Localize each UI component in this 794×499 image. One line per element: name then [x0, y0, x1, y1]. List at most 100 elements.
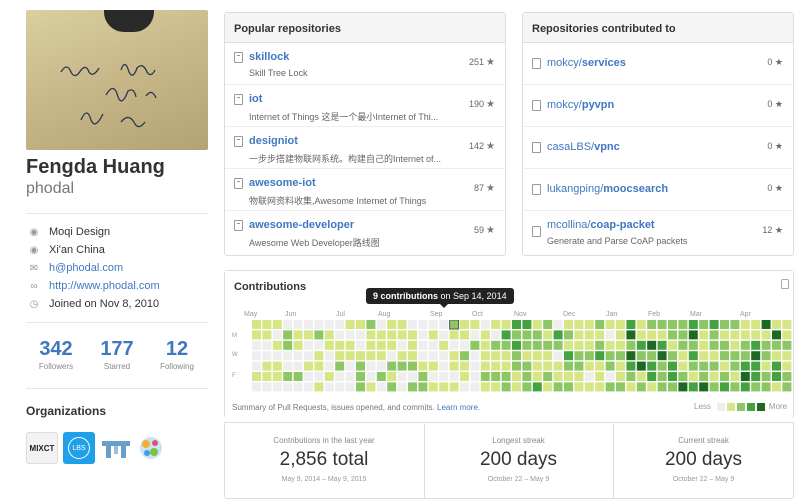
- repo-name-link[interactable]: designiot: [249, 135, 298, 147]
- contribution-day[interactable]: [428, 330, 438, 340]
- contribution-day[interactable]: [751, 351, 761, 361]
- contribution-day[interactable]: [460, 361, 469, 371]
- contribution-day[interactable]: [553, 320, 563, 329]
- contribution-day[interactable]: [366, 320, 376, 329]
- contribution-day[interactable]: [678, 361, 688, 371]
- contribution-day[interactable]: [293, 382, 303, 392]
- contribution-day[interactable]: [772, 320, 781, 329]
- popular-repo-item[interactable]: awesome-developer Awesome Web Developer路线…: [225, 211, 505, 253]
- contribution-day[interactable]: [720, 382, 729, 392]
- contribution-day[interactable]: [616, 351, 625, 361]
- contribution-day[interactable]: [512, 320, 521, 329]
- contribution-day[interactable]: [522, 372, 532, 381]
- contribution-day[interactable]: [647, 340, 657, 350]
- contribution-day[interactable]: [460, 340, 469, 350]
- contribution-day[interactable]: [761, 330, 771, 340]
- contribution-day[interactable]: [564, 351, 573, 361]
- contribution-day[interactable]: [772, 351, 781, 361]
- contribution-day[interactable]: [616, 330, 625, 340]
- contribution-day[interactable]: [668, 330, 677, 340]
- contribution-day[interactable]: [262, 340, 272, 350]
- contribution-day[interactable]: [262, 372, 272, 381]
- contribution-day[interactable]: [356, 372, 365, 381]
- contribution-day[interactable]: [460, 372, 469, 381]
- email-link[interactable]: h@phodal.com: [49, 262, 123, 274]
- contribution-day[interactable]: [574, 320, 584, 329]
- contribution-day[interactable]: [782, 382, 792, 392]
- contribution-day[interactable]: [595, 382, 605, 392]
- contribution-day[interactable]: [751, 361, 761, 371]
- contribution-day[interactable]: [616, 382, 625, 392]
- contributed-repo-item[interactable]: casaLBS/vpnc 0 ★: [523, 127, 793, 169]
- website-link[interactable]: http://www.phodal.com: [49, 280, 160, 292]
- contribution-day[interactable]: [408, 361, 417, 371]
- contribution-day[interactable]: [647, 361, 657, 371]
- contribution-day[interactable]: [397, 320, 407, 329]
- contribution-day[interactable]: [449, 372, 459, 381]
- contribution-day[interactable]: [574, 330, 584, 340]
- contribution-day[interactable]: [314, 361, 324, 371]
- contribution-day[interactable]: [439, 330, 449, 340]
- contribution-day[interactable]: [574, 340, 584, 350]
- contribution-calendar[interactable]: [252, 320, 794, 392]
- contribution-day[interactable]: [293, 361, 303, 371]
- contribution-day[interactable]: [668, 340, 677, 350]
- contribution-day[interactable]: [324, 351, 334, 361]
- contribution-day[interactable]: [688, 372, 698, 381]
- contribution-day[interactable]: [356, 361, 365, 371]
- contribution-day[interactable]: [543, 372, 553, 381]
- contribution-day[interactable]: [491, 340, 501, 350]
- contribution-day[interactable]: [283, 382, 293, 392]
- contribution-day[interactable]: [616, 320, 625, 329]
- repo-name-link[interactable]: mcollina/coap-packet: [547, 219, 655, 231]
- contribution-day[interactable]: [252, 382, 261, 392]
- contribution-day[interactable]: [283, 372, 293, 381]
- contribution-day[interactable]: [699, 330, 709, 340]
- contribution-day[interactable]: [345, 340, 355, 350]
- contribution-day[interactable]: [699, 340, 709, 350]
- contribution-day[interactable]: [335, 351, 345, 361]
- contribution-day[interactable]: [460, 320, 469, 329]
- contribution-day[interactable]: [730, 320, 740, 329]
- contribution-day[interactable]: [678, 372, 688, 381]
- contribution-day[interactable]: [439, 372, 449, 381]
- contribution-day[interactable]: [709, 372, 719, 381]
- contribution-day[interactable]: [626, 361, 636, 371]
- contribution-day[interactable]: [304, 330, 313, 340]
- contribution-day[interactable]: [272, 382, 282, 392]
- contribution-day[interactable]: [293, 372, 303, 381]
- contribution-day[interactable]: [314, 320, 324, 329]
- contribution-day[interactable]: [636, 340, 646, 350]
- repo-name-link[interactable]: awesome-developer: [249, 219, 354, 231]
- contribution-day[interactable]: [501, 340, 511, 350]
- contribution-day[interactable]: [657, 340, 667, 350]
- contribution-day[interactable]: [491, 330, 501, 340]
- contribution-day[interactable]: [376, 320, 386, 329]
- contribution-day[interactable]: [553, 372, 563, 381]
- contribution-day[interactable]: [647, 320, 657, 329]
- contribution-day[interactable]: [678, 330, 688, 340]
- contribution-day[interactable]: [449, 361, 459, 371]
- contribution-day[interactable]: [449, 320, 460, 330]
- contribution-day[interactable]: [512, 351, 521, 361]
- contribution-day[interactable]: [397, 372, 407, 381]
- contribution-day[interactable]: [522, 320, 532, 329]
- contribution-day[interactable]: [699, 320, 709, 329]
- contribution-day[interactable]: [532, 382, 542, 392]
- contribution-day[interactable]: [574, 382, 584, 392]
- contribution-day[interactable]: [584, 320, 594, 329]
- contribution-day[interactable]: [668, 372, 677, 381]
- repo-name-link[interactable]: lukangping/moocsearch: [547, 183, 668, 195]
- contribution-day[interactable]: [272, 372, 282, 381]
- contribution-day[interactable]: [616, 372, 625, 381]
- contribution-day[interactable]: [553, 340, 563, 350]
- contribution-day[interactable]: [252, 340, 261, 350]
- contribution-day[interactable]: [626, 340, 636, 350]
- contribution-day[interactable]: [470, 372, 480, 381]
- contribution-day[interactable]: [564, 372, 573, 381]
- contribution-day[interactable]: [293, 330, 303, 340]
- contribution-day[interactable]: [376, 372, 386, 381]
- contribution-day[interactable]: [366, 330, 376, 340]
- contribution-day[interactable]: [335, 372, 345, 381]
- contribution-day[interactable]: [314, 382, 324, 392]
